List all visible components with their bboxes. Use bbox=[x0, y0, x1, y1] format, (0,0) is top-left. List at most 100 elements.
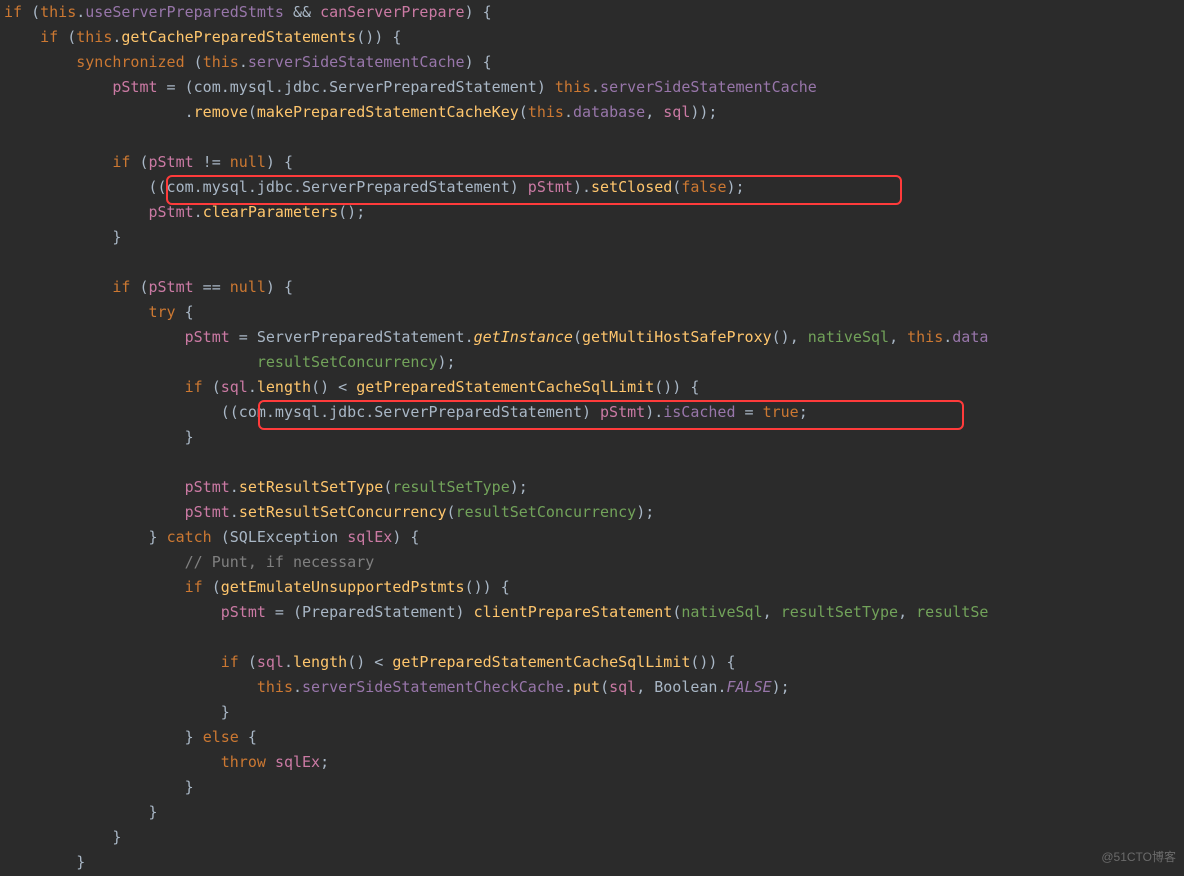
code-token: ( bbox=[573, 328, 582, 346]
code-token: ( bbox=[130, 278, 148, 296]
code-token bbox=[4, 553, 185, 571]
code-token: getPreparedStatementCacheSqlLimit bbox=[356, 378, 654, 396]
code-token: , bbox=[889, 328, 907, 346]
code-token: ( bbox=[22, 3, 40, 21]
code-token: throw bbox=[221, 753, 266, 771]
code-token: ) { bbox=[465, 53, 492, 71]
code-token: resultSe bbox=[916, 603, 988, 621]
code-token: . bbox=[248, 378, 257, 396]
code-line[interactable]: pStmt.setResultSetConcurrency(resultSetC… bbox=[4, 503, 654, 521]
code-token: ( bbox=[600, 678, 609, 696]
code-token: ) { bbox=[266, 153, 293, 171]
code-line[interactable]: if (sql.length() < getPreparedStatementC… bbox=[4, 378, 699, 396]
code-line[interactable]: pStmt.setResultSetType(resultSetType); bbox=[4, 478, 528, 496]
code-token: setResultSetConcurrency bbox=[239, 503, 447, 521]
code-line[interactable]: pStmt.clearParameters(); bbox=[4, 203, 365, 221]
code-line[interactable]: if (this.useServerPreparedStmts && canSe… bbox=[4, 3, 492, 21]
code-token: ()) { bbox=[356, 28, 401, 46]
code-token: ( bbox=[185, 53, 203, 71]
code-token: ); bbox=[510, 478, 528, 496]
code-line[interactable]: // Punt, if necessary bbox=[4, 553, 374, 571]
code-token: ((com.mysql.jdbc.ServerPreparedStatement… bbox=[4, 178, 528, 196]
code-token: pStmt bbox=[600, 403, 645, 421]
code-line[interactable]: } bbox=[4, 828, 121, 846]
code-token: ). bbox=[645, 403, 663, 421]
code-token: this bbox=[257, 678, 293, 696]
code-token: resultSetType bbox=[392, 478, 509, 496]
code-token: pStmt bbox=[528, 178, 573, 196]
code-line[interactable]: .remove(makePreparedStatementCacheKey(th… bbox=[4, 103, 717, 121]
code-token: . bbox=[230, 503, 239, 521]
code-token: pStmt bbox=[185, 328, 230, 346]
code-token: // Punt, if necessary bbox=[185, 553, 375, 571]
code-line[interactable]: resultSetConcurrency); bbox=[4, 353, 456, 371]
code-line[interactable]: if (pStmt != null) { bbox=[4, 153, 293, 171]
code-token bbox=[4, 53, 76, 71]
code-token: (SQLException bbox=[212, 528, 347, 546]
code-token: data bbox=[952, 328, 988, 346]
code-token: if bbox=[112, 278, 130, 296]
code-token: pStmt bbox=[149, 278, 194, 296]
code-token: makePreparedStatementCacheKey bbox=[257, 103, 519, 121]
code-line[interactable]: try { bbox=[4, 303, 194, 321]
code-token: (); bbox=[338, 203, 365, 221]
code-token: sql bbox=[609, 678, 636, 696]
code-line[interactable]: } bbox=[4, 228, 121, 246]
code-token: } bbox=[4, 428, 194, 446]
code-token: canServerPrepare bbox=[320, 3, 465, 21]
code-line[interactable]: } bbox=[4, 428, 194, 446]
code-line[interactable]: pStmt = (com.mysql.jdbc.ServerPreparedSt… bbox=[4, 78, 817, 96]
code-token: length bbox=[257, 378, 311, 396]
code-token: ( bbox=[58, 28, 76, 46]
code-token: if bbox=[185, 578, 203, 596]
code-line[interactable]: } catch (SQLException sqlEx) { bbox=[4, 528, 419, 546]
code-token: false bbox=[681, 178, 726, 196]
code-token: ) { bbox=[392, 528, 419, 546]
code-token: pStmt bbox=[112, 78, 157, 96]
code-token: (), bbox=[772, 328, 808, 346]
code-line[interactable]: if (pStmt == null) { bbox=[4, 278, 293, 296]
code-token: this bbox=[76, 28, 112, 46]
code-token: } bbox=[4, 778, 194, 796]
code-line[interactable]: } bbox=[4, 778, 194, 796]
code-token bbox=[4, 78, 112, 96]
code-line[interactable]: if (sql.length() < getPreparedStatementC… bbox=[4, 653, 736, 671]
code-line[interactable]: synchronized (this.serverSideStatementCa… bbox=[4, 53, 492, 71]
code-line[interactable]: if (this.getCachePreparedStatements()) { bbox=[4, 28, 401, 46]
code-token: true bbox=[763, 403, 799, 421]
code-token: setResultSetType bbox=[239, 478, 384, 496]
code-token: this bbox=[555, 78, 591, 96]
code-token: FALSE bbox=[727, 678, 772, 696]
code-token: = (com.mysql.jdbc.ServerPreparedStatemen… bbox=[158, 78, 555, 96]
code-line[interactable]: this.serverSideStatementCheckCache.put(s… bbox=[4, 678, 790, 696]
code-line[interactable]: } bbox=[4, 703, 230, 721]
code-token: getMultiHostSafeProxy bbox=[582, 328, 772, 346]
code-token: put bbox=[573, 678, 600, 696]
code-token: database bbox=[573, 103, 645, 121]
code-block[interactable]: if (this.useServerPreparedStmts && canSe… bbox=[0, 0, 1184, 875]
code-token: setClosed bbox=[591, 178, 672, 196]
code-token: , bbox=[645, 103, 663, 121]
code-token: ); bbox=[438, 353, 456, 371]
code-token: ( bbox=[447, 503, 456, 521]
code-line[interactable]: throw sqlEx; bbox=[4, 753, 329, 771]
code-token: ((com.mysql.jdbc.ServerPreparedStatement… bbox=[4, 403, 600, 421]
code-token: ) { bbox=[266, 278, 293, 296]
code-token: () < bbox=[347, 653, 392, 671]
code-line[interactable]: if (getEmulateUnsupportedPstmts()) { bbox=[4, 578, 510, 596]
code-line[interactable]: pStmt = ServerPreparedStatement.getInsta… bbox=[4, 328, 988, 346]
code-line[interactable]: } bbox=[4, 853, 85, 871]
code-token: pStmt bbox=[185, 478, 230, 496]
code-line[interactable]: ((com.mysql.jdbc.ServerPreparedStatement… bbox=[4, 403, 808, 421]
code-line[interactable]: } bbox=[4, 803, 158, 821]
code-token: } bbox=[4, 728, 203, 746]
code-token: pStmt bbox=[185, 503, 230, 521]
code-line[interactable]: ((com.mysql.jdbc.ServerPreparedStatement… bbox=[4, 178, 745, 196]
code-token: ). bbox=[573, 178, 591, 196]
code-token: useServerPreparedStmts bbox=[85, 3, 284, 21]
code-line[interactable]: pStmt = (PreparedStatement) clientPrepar… bbox=[4, 603, 988, 621]
code-token: try bbox=[149, 303, 176, 321]
code-line[interactable]: } else { bbox=[4, 728, 257, 746]
code-token: { bbox=[176, 303, 194, 321]
code-token: serverSideStatementCache bbox=[600, 78, 817, 96]
